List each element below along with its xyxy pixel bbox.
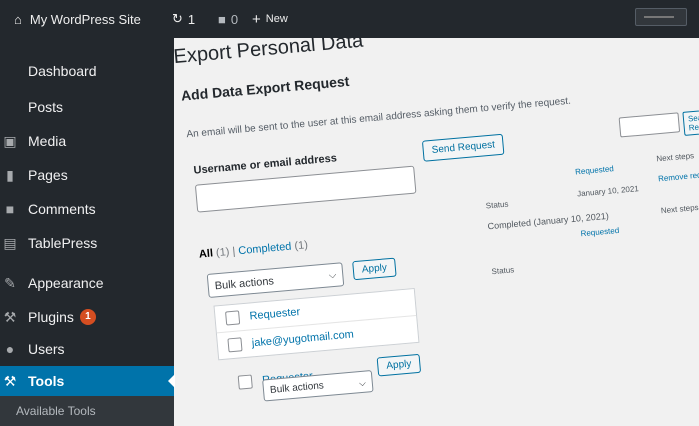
sidebar-item-media[interactable]: ▣ Media — [0, 128, 174, 154]
next-steps-header: Next steps — [655, 151, 695, 164]
sidebar-item-label: Users — [28, 341, 65, 357]
user-icon: ● — [5, 341, 15, 357]
select-all-checkbox-footer[interactable] — [237, 374, 253, 390]
chevron-down-icon: ⌵ — [328, 269, 337, 282]
admin-sidebar: Dashboard Posts ▣ Media ▮ Pages ■ Commen… — [0, 38, 175, 426]
filter-all-count: (1) — [215, 246, 230, 260]
sidebar-item-label: Plugins — [28, 309, 74, 325]
bulk-actions-select[interactable]: Bulk actions ⌵ — [206, 262, 345, 298]
updates-link[interactable]: ↻ 1 — [172, 0, 195, 38]
remove-request-link[interactable]: Remove request — [658, 169, 699, 183]
sidebar-item-plugins[interactable]: ⚒ Plugins 1 — [0, 304, 174, 330]
wrench-icon: ⚒ — [3, 372, 17, 389]
sidebar-item-label: Dashboard — [28, 63, 97, 79]
requester-email-link[interactable]: jake@yugotmail.com — [251, 328, 354, 349]
apply-button-bottom[interactable]: Apply — [376, 353, 422, 377]
page-title: Export Personal Data — [174, 38, 365, 69]
section-title: Add Data Export Request — [180, 72, 350, 104]
main-content: Export Personal Data Add Data Export Req… — [174, 38, 699, 426]
sidebar-item-dashboard[interactable]: Dashboard — [0, 58, 174, 84]
search-placeholder-bar — [644, 16, 674, 18]
bulk-actions-value: Bulk actions — [269, 380, 325, 396]
comments-link[interactable]: ■ 0 — [218, 0, 238, 38]
filter-separator: | — [231, 245, 236, 258]
page-icon: ▮ — [6, 166, 14, 183]
content-wrap: Export Personal Data Add Data Export Req… — [174, 38, 699, 425]
site-name-link[interactable]: ⌂ My WordPress Site — [14, 0, 141, 38]
status-column-footer: Status — [491, 265, 515, 277]
refresh-icon: ↻ — [172, 11, 183, 26]
form-description: An email will be sent to the user at thi… — [186, 95, 572, 141]
sidebar-item-pages[interactable]: ▮ Pages — [0, 162, 174, 188]
sidebar-item-label: Media — [28, 133, 67, 149]
filter-completed[interactable]: Completed — [238, 241, 292, 258]
site-name: My WordPress Site — [29, 11, 141, 27]
sidebar-item-comments[interactable]: ■ Comments — [0, 196, 174, 222]
requested-column-footer[interactable]: Requested — [580, 226, 619, 238]
status-column-header: Status — [485, 199, 509, 211]
home-icon: ⌂ — [14, 11, 22, 27]
updates-count: 1 — [187, 11, 196, 27]
admin-search-input[interactable] — [635, 8, 687, 26]
sidebar-item-label: Appearance — [28, 275, 104, 291]
filter-completed-count: (1) — [293, 239, 309, 253]
brush-icon: ✎ — [4, 274, 16, 291]
tools-submenu: Available Tools — [0, 396, 174, 426]
row-checkbox[interactable] — [227, 337, 243, 353]
sidebar-item-label: Tools — [28, 373, 65, 389]
new-content-link[interactable]: + New — [252, 0, 288, 38]
requests-table: Requester jake@yugotmail.com — [213, 287, 420, 361]
admin-bar: ⌂ My WordPress Site ↻ 1 ■ 0 + New — [0, 0, 699, 38]
sidebar-item-tablepress[interactable]: ▤ TablePress — [0, 230, 174, 256]
sidebar-item-users[interactable]: ● Users — [0, 336, 174, 362]
comments-count: 0 — [230, 11, 239, 27]
status-filter: All (1) | Completed (1) — [198, 239, 308, 260]
requester-column-header[interactable]: Requester — [249, 306, 301, 322]
active-menu-arrow — [168, 374, 175, 388]
plugins-update-badge: 1 — [79, 309, 96, 325]
sidebar-item-posts[interactable]: Posts — [0, 94, 174, 120]
sidebar-item-label: Posts — [28, 99, 64, 115]
new-label: New — [265, 13, 288, 25]
media-icon: ▣ — [3, 132, 17, 149]
submenu-item-available-tools[interactable]: Available Tools — [0, 396, 174, 418]
apply-button[interactable]: Apply — [352, 257, 397, 281]
plus-icon: + — [252, 10, 261, 28]
next-steps-footer: Next steps — [660, 202, 699, 216]
sidebar-item-appearance[interactable]: ✎ Appearance — [0, 270, 174, 296]
plugin-icon: ⚒ — [3, 308, 17, 325]
chevron-down-icon: ⌵ — [358, 377, 367, 389]
requested-date: January 10, 2021 — [576, 184, 640, 199]
sidebar-item-tools[interactable]: ⚒ Tools — [0, 366, 175, 396]
comment-icon: ■ — [5, 201, 15, 217]
comment-bubble-icon: ■ — [218, 11, 226, 27]
filter-all[interactable]: All — [198, 247, 213, 260]
search-requests-input[interactable] — [618, 112, 681, 138]
bulk-actions-value: Bulk actions — [214, 275, 275, 293]
sidebar-item-label: Comments — [28, 201, 96, 217]
table-icon: ▤ — [3, 234, 17, 251]
sidebar-item-label: Pages — [28, 167, 68, 183]
requested-column-header[interactable]: Requested — [575, 164, 614, 176]
sidebar-item-label: TablePress — [28, 235, 98, 251]
send-request-button[interactable]: Send Request — [421, 133, 505, 162]
search-requests-button[interactable]: Search Requests — [682, 108, 699, 136]
select-all-checkbox[interactable] — [225, 310, 241, 326]
